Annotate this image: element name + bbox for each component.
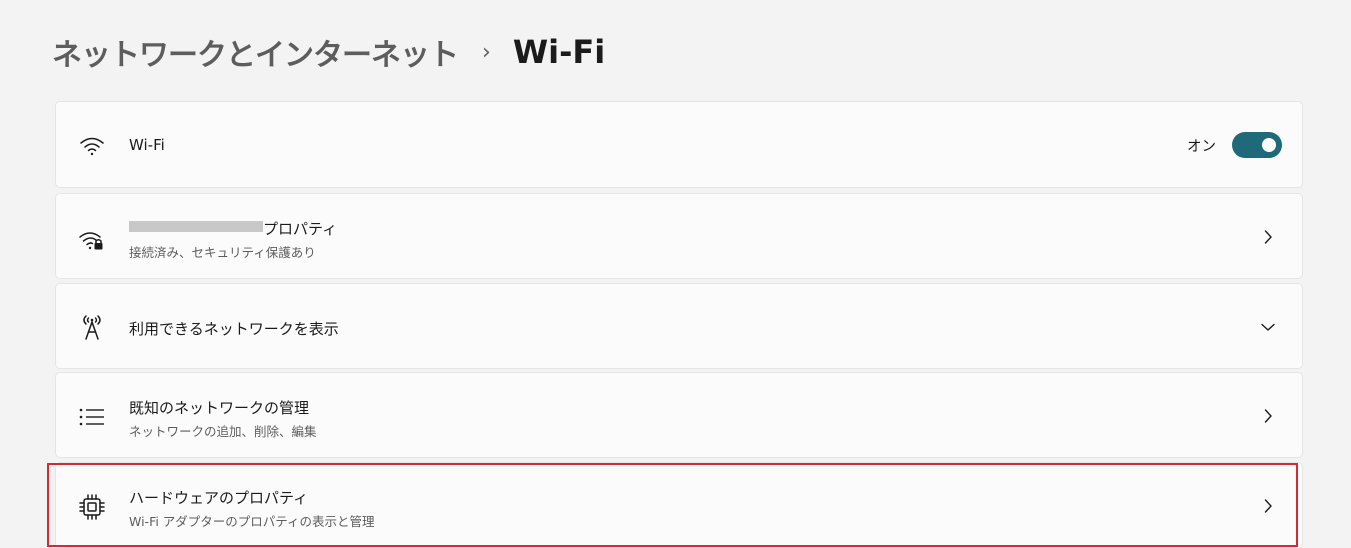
breadcrumb-parent[interactable]: ネットワークとインターネット (52, 30, 459, 74)
known-networks-card[interactable]: 既知のネットワークの管理 ネットワークの追加、削除、編集 (55, 372, 1303, 458)
chevron-down-icon (1260, 319, 1276, 335)
wifi-icon (78, 132, 106, 160)
toggle-knob (1262, 138, 1276, 152)
wifi-toggle-switch[interactable] (1232, 132, 1282, 158)
breadcrumb-separator: › (482, 39, 491, 65)
hardware-properties-subtitle: Wi-Fi アダプターのプロパティの表示と管理 (129, 514, 375, 529)
hardware-properties-card[interactable]: ハードウェアのプロパティ Wi-Fi アダプターのプロパティの表示と管理 (55, 462, 1303, 548)
wifi-title: Wi-Fi (129, 136, 165, 154)
chevron-right-icon (1260, 229, 1276, 245)
known-networks-subtitle: ネットワークの追加、削除、編集 (129, 424, 317, 439)
list-icon (78, 403, 106, 431)
breadcrumb: ネットワークとインターネット › Wi-Fi (52, 30, 605, 74)
network-properties-subtitle: 接続済み、セキュリティ保護あり (129, 245, 316, 260)
wifi-toggle-card: Wi-Fi オン (55, 101, 1303, 188)
chevron-right-icon (1260, 408, 1276, 424)
chip-icon (78, 493, 106, 521)
chevron-right-icon (1260, 498, 1276, 514)
page-title: Wi-Fi (512, 33, 606, 71)
hardware-properties-title: ハードウェアのプロパティ (129, 489, 309, 507)
network-properties-title: プロパティ (129, 218, 337, 239)
toggle-state-label: オン (1187, 138, 1216, 155)
wifi-lock-icon (78, 226, 106, 254)
wifi-toggle-group: オン (1187, 132, 1282, 158)
antenna-icon (78, 313, 106, 341)
redacted-network-name (129, 221, 263, 232)
known-networks-title: 既知のネットワークの管理 (129, 399, 310, 417)
available-networks-card[interactable]: 利用できるネットワークを表示 (55, 283, 1303, 369)
available-networks-title: 利用できるネットワークを表示 (129, 320, 339, 338)
network-properties-card[interactable]: プロパティ 接続済み、セキュリティ保護あり (55, 193, 1303, 279)
